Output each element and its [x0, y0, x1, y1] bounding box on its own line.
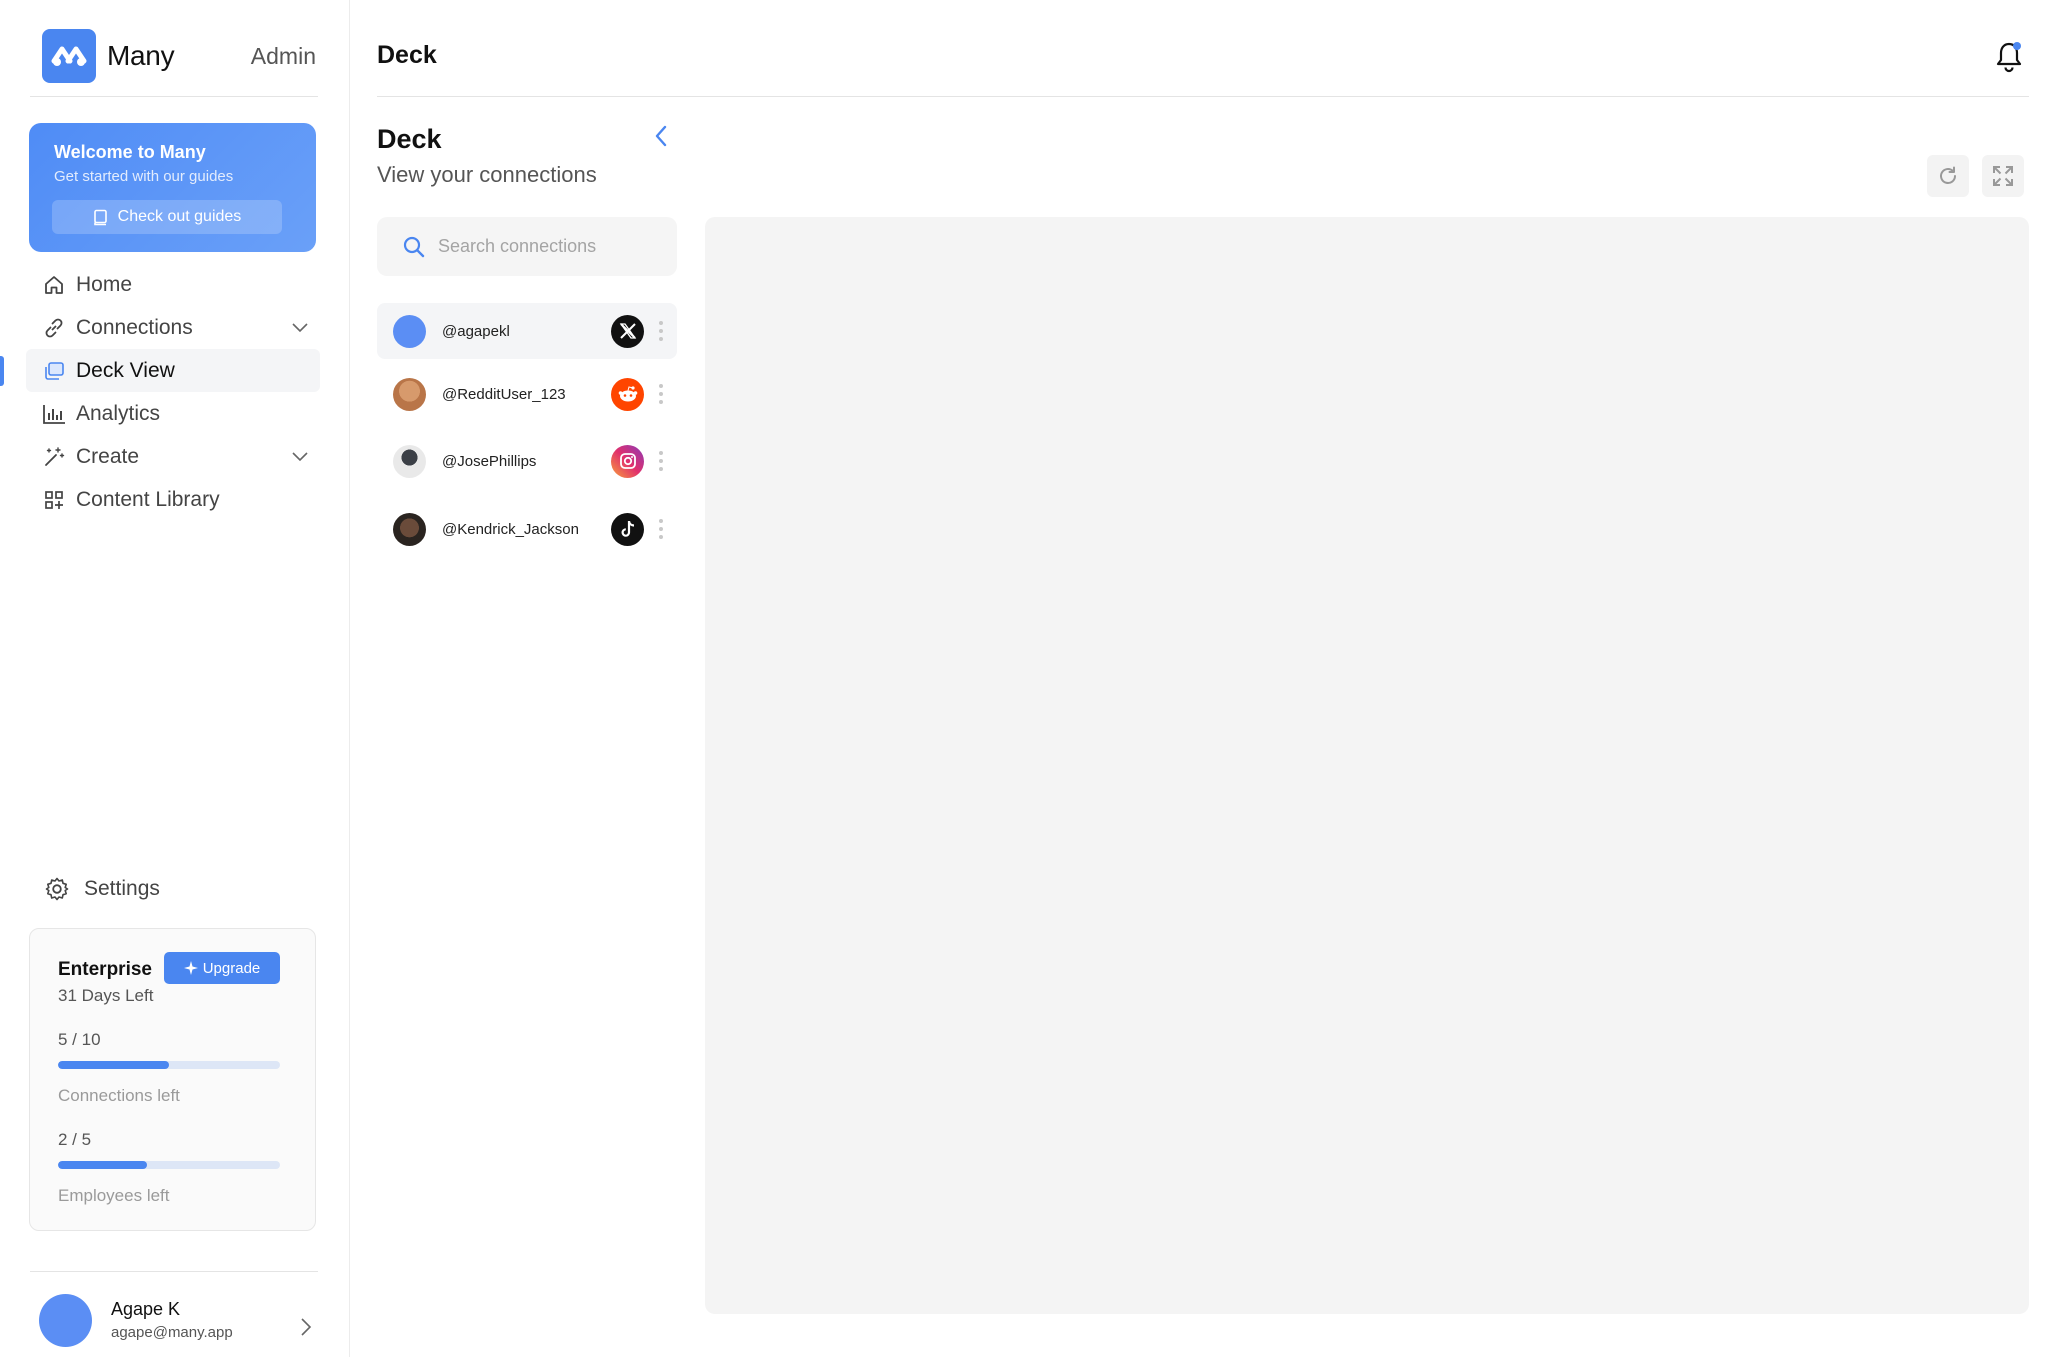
search-connections-field[interactable] [377, 217, 677, 276]
x-logo-icon [611, 314, 644, 348]
sidebar: Many Admin Welcome to Many Get started w… [0, 0, 350, 1357]
chevron-down-icon[interactable] [290, 446, 310, 466]
employees-left-label: Employees left [58, 1186, 170, 1205]
header-divider [377, 96, 2029, 97]
plan-card: Enterprise Upgrade 31 Days Left 5 / 10 C… [29, 928, 316, 1231]
main-nav: Home Connections Deck View Analytics Cre… [26, 263, 320, 521]
check-out-guides-label: Check out guides [117, 208, 242, 225]
nav-label-connections: Connections [76, 315, 193, 339]
page-title: Deck [377, 41, 437, 69]
link-icon [42, 316, 66, 340]
days-left: 31 Days Left [58, 986, 154, 1005]
user-email: agape@many.app [111, 1324, 233, 1341]
fullscreen-button[interactable] [1982, 155, 2024, 197]
nav-item-content-library[interactable]: Content Library [26, 478, 320, 521]
avatar [393, 512, 426, 546]
welcome-subtitle: Get started with our guides [54, 168, 234, 185]
upgrade-label: Upgrade [202, 959, 261, 977]
nav-item-create[interactable]: Create [26, 435, 320, 478]
bar-chart-icon [42, 402, 66, 426]
settings-label: Settings [84, 877, 160, 900]
deck-title: Deck [377, 124, 442, 154]
employees-progress-fill [58, 1161, 147, 1169]
refresh-button[interactable] [1927, 155, 1969, 197]
employees-count: 2 / 5 [58, 1130, 92, 1149]
instagram-logo-icon [611, 444, 644, 478]
deck-subtitle: View your connections [377, 162, 597, 187]
search-input[interactable] [438, 236, 658, 257]
more-options-icon[interactable] [658, 384, 664, 404]
user-profile[interactable]: Agape K agape@many.app [30, 1271, 318, 1357]
chevron-right-icon[interactable] [298, 1316, 314, 1338]
more-options-icon[interactable] [658, 321, 664, 341]
nav-item-deck-view[interactable]: Deck View [26, 349, 320, 392]
chevron-left-icon[interactable] [652, 124, 670, 148]
magic-wand-icon [42, 445, 66, 469]
many-logo[interactable] [42, 29, 96, 83]
upgrade-button[interactable]: Upgrade [164, 952, 280, 984]
sidebar-divider [30, 96, 318, 97]
connection-handle: @Kendrick_Jackson [442, 520, 579, 538]
active-nav-indicator [0, 356, 4, 386]
nav-item-analytics[interactable]: Analytics [26, 392, 320, 435]
deck-view-panel [705, 217, 2029, 1314]
employees-progress-bar [58, 1161, 280, 1169]
nav-item-home[interactable]: Home [26, 263, 320, 306]
connection-row[interactable]: @Kendrick_Jackson [377, 501, 677, 557]
brand-name: Many [107, 40, 175, 71]
welcome-card: Welcome to Many Get started with our gui… [29, 123, 316, 252]
deck-icon [42, 359, 66, 383]
brand-header: Many Admin [42, 29, 316, 83]
avatar [39, 1294, 92, 1347]
connections-left-label: Connections left [58, 1086, 180, 1105]
avatar [393, 314, 426, 348]
sparkle-icon [183, 961, 198, 975]
user-name: Agape K [111, 1299, 181, 1319]
expand-icon [1993, 166, 2013, 186]
nav-label-analytics: Analytics [76, 401, 161, 425]
nav-label-content-library: Content Library [76, 487, 220, 511]
plan-name: Enterprise [58, 959, 152, 980]
reddit-logo-icon [611, 377, 644, 411]
home-icon [42, 273, 66, 297]
search-icon [403, 236, 425, 257]
nav-label-deck-view: Deck View [76, 358, 175, 382]
grid-icon [42, 488, 66, 512]
connections-progress-bar [58, 1061, 280, 1069]
gear-icon [45, 877, 69, 901]
notification-badge [2013, 42, 2021, 50]
nav-label-home: Home [76, 272, 133, 296]
more-options-icon[interactable] [658, 451, 664, 471]
connection-row[interactable]: @JosePhillips [377, 433, 677, 489]
more-options-icon[interactable] [658, 519, 664, 539]
welcome-title: Welcome to Many [54, 142, 206, 162]
nav-item-settings[interactable]: Settings [44, 876, 160, 902]
nav-label-create: Create [76, 444, 140, 468]
connection-row[interactable]: @agapekl [377, 303, 677, 359]
connections-count: 5 / 10 [58, 1030, 101, 1049]
tiktok-logo-icon [611, 512, 644, 546]
connection-row[interactable]: @RedditUser_123 [377, 366, 677, 422]
chevron-down-icon[interactable] [290, 317, 310, 337]
role-label: Admin [250, 42, 316, 69]
nav-item-connections[interactable]: Connections [26, 306, 320, 349]
avatar [393, 444, 426, 478]
book-icon [93, 209, 107, 225]
connection-handle: @RedditUser_123 [442, 385, 566, 403]
connection-handle: @agapekl [442, 322, 510, 340]
avatar [393, 377, 426, 411]
connections-progress-fill [58, 1061, 169, 1069]
connection-handle: @JosePhillips [442, 452, 537, 470]
check-out-guides-button[interactable]: Check out guides [52, 200, 282, 234]
refresh-icon [1940, 166, 1956, 184]
